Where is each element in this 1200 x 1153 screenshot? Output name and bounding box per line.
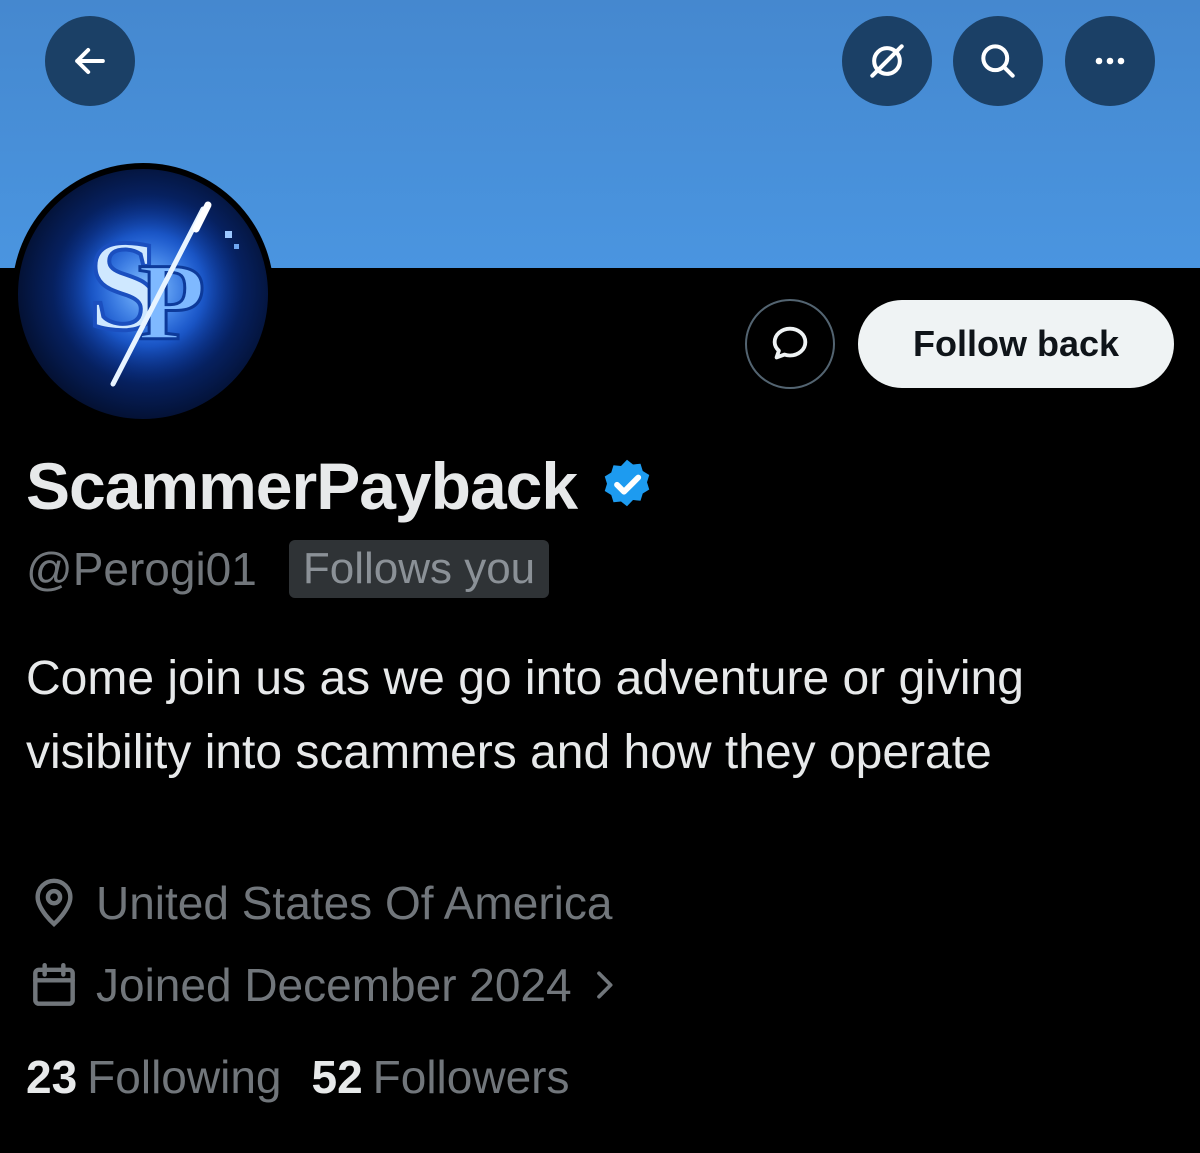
search-icon bbox=[981, 44, 1015, 78]
avatar-logo-icon: S P bbox=[53, 194, 243, 387]
name-row: ScammerPayback bbox=[26, 448, 657, 524]
location-text: United States Of America bbox=[96, 877, 613, 929]
location-pin-icon bbox=[35, 878, 73, 927]
message-button[interactable] bbox=[745, 299, 835, 389]
grok-icon bbox=[870, 44, 904, 78]
following-count: 23 bbox=[26, 1051, 78, 1103]
followers-label: Followers bbox=[372, 1051, 570, 1103]
search-button[interactable] bbox=[953, 16, 1043, 106]
joined-row[interactable]: Joined December 2024 bbox=[26, 957, 624, 1013]
followers-count: 52 bbox=[311, 1051, 363, 1103]
follows-you-badge: Follows you bbox=[288, 540, 550, 598]
handle-row: @Perogi01 Follows you bbox=[26, 540, 550, 598]
location-row: United States Of America bbox=[26, 875, 612, 931]
following-link[interactable]: 23 Following bbox=[26, 1050, 281, 1104]
more-button[interactable] bbox=[1065, 16, 1155, 106]
followers-link[interactable]: 52 Followers bbox=[311, 1050, 569, 1104]
svg-text:P: P bbox=[138, 241, 205, 363]
follow-back-button[interactable]: Follow back bbox=[858, 300, 1174, 388]
back-button[interactable] bbox=[45, 16, 135, 106]
avatar[interactable]: S P bbox=[12, 163, 274, 425]
verified-badge-icon[interactable] bbox=[597, 456, 657, 516]
display-name: ScammerPayback bbox=[26, 449, 578, 523]
handle: @Perogi01 bbox=[26, 543, 257, 595]
more-icon bbox=[1095, 57, 1125, 65]
bio: Come join us as we go into adventure or … bbox=[26, 652, 1024, 779]
calendar-icon bbox=[33, 962, 75, 1006]
avatar-image: S P bbox=[18, 169, 268, 419]
message-bubble-icon bbox=[772, 326, 808, 360]
following-label: Following bbox=[87, 1051, 282, 1103]
chevron-right-icon bbox=[596, 971, 613, 999]
arrow-left-icon bbox=[75, 47, 105, 75]
joined-text: Joined December 2024 bbox=[96, 959, 572, 1011]
grok-button[interactable] bbox=[842, 16, 932, 106]
follow-stats: 23 Following 52 Followers bbox=[26, 1050, 569, 1104]
